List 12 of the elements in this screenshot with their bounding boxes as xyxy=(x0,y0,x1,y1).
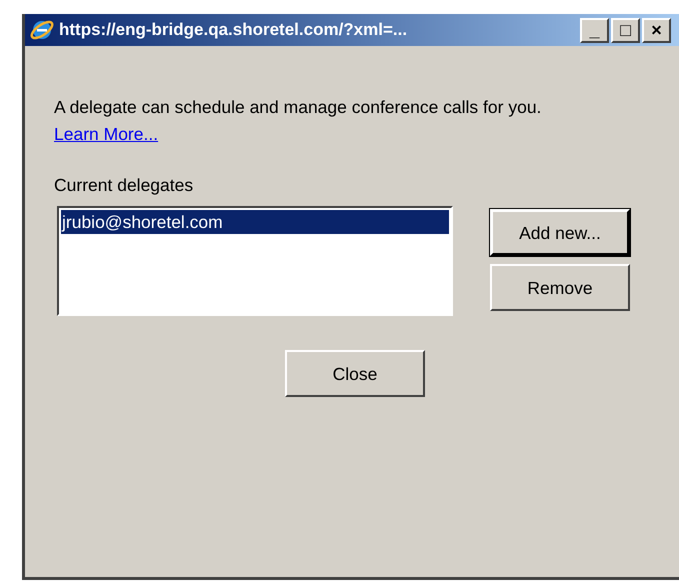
delegates-label: Current delegates xyxy=(54,174,194,197)
delegate-item[interactable]: jrubio@shoretel.com xyxy=(61,210,449,234)
description-text: A delegate can schedule and manage conference calls for you. Learn More... xyxy=(54,96,542,146)
window-title: https://eng-bridge.qa.shoretel.com/?xml=... xyxy=(59,19,408,42)
dialog-close-button[interactable]: Close xyxy=(285,350,425,398)
learn-more-link[interactable]: Learn More... xyxy=(54,124,158,144)
add-new-button[interactable]: Add new... xyxy=(490,209,630,256)
close-button[interactable]: × xyxy=(642,18,671,42)
delegates-list[interactable]: jrubio@shoretel.com xyxy=(57,206,453,316)
maximize-button[interactable]: □ xyxy=(611,18,640,42)
remove-button[interactable]: Remove xyxy=(490,264,630,312)
minimize-button[interactable]: _ xyxy=(580,18,609,42)
